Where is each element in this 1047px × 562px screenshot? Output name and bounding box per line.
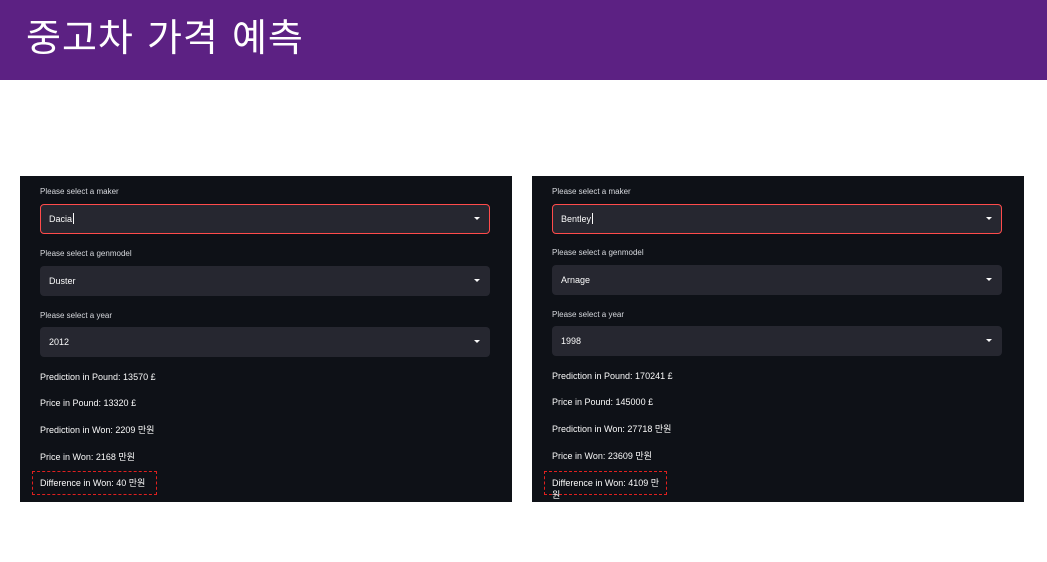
- chevron-down-icon: [474, 340, 480, 343]
- maker-value: Bentley: [561, 214, 592, 224]
- text-cursor: [73, 213, 75, 224]
- chevron-down-icon: [474, 217, 480, 220]
- maker-label: Please select a maker: [40, 187, 119, 196]
- maker-select[interactable]: Bentley: [552, 204, 1002, 234]
- price-won-text: Price in Won: 23609 만원: [552, 451, 652, 461]
- difference-won-text: Difference in Won: 40 만원: [40, 478, 146, 488]
- price-pound-text: Price in Pound: 13320 £: [40, 398, 137, 408]
- prediction-pound-text: Prediction in Pound: 170241 £: [552, 371, 673, 381]
- genmodel-select[interactable]: Arnage: [552, 265, 1002, 295]
- genmodel-select[interactable]: Duster: [40, 266, 490, 296]
- year-label: Please select a year: [40, 311, 113, 320]
- prediction-panel-dacia: Please select a maker Dacia Please selec…: [20, 176, 512, 502]
- prediction-won-text: Prediction in Won: 2209 만원: [40, 425, 155, 435]
- prediction-won-text: Prediction in Won: 27718 만원: [552, 424, 672, 434]
- title-banner: 중고차 가격 예측: [0, 0, 1047, 80]
- genmodel-value: Duster: [49, 276, 76, 286]
- chevron-down-icon: [474, 279, 480, 282]
- difference-won-text: Difference in Won: 4109 만원: [552, 478, 660, 500]
- maker-label: Please select a maker: [552, 187, 631, 196]
- maker-value: Dacia: [49, 214, 73, 224]
- genmodel-value: Arnage: [561, 275, 591, 285]
- year-value: 1998: [561, 336, 582, 346]
- genmodel-label: Please select a genmodel: [40, 249, 132, 258]
- prediction-panel-bentley: Please select a maker Bentley Please sel…: [532, 176, 1024, 502]
- chevron-down-icon: [986, 217, 992, 220]
- difference-highlight-box: Difference in Won: 40 만원: [32, 471, 157, 495]
- chevron-down-icon: [986, 339, 992, 342]
- year-select[interactable]: 2012: [40, 327, 490, 357]
- year-select[interactable]: 1998: [552, 326, 1002, 356]
- prediction-pound-text: Prediction in Pound: 13570 £: [40, 372, 156, 382]
- price-pound-text: Price in Pound: 145000 £: [552, 397, 654, 407]
- maker-select[interactable]: Dacia: [40, 204, 490, 234]
- chevron-down-icon: [986, 278, 992, 281]
- year-label: Please select a year: [552, 310, 625, 319]
- page-title: 중고차 가격 예측: [26, 16, 304, 60]
- difference-highlight-box: Difference in Won: 4109 만원: [544, 471, 667, 500]
- price-won-text: Price in Won: 2168 만원: [40, 452, 135, 462]
- genmodel-label: Please select a genmodel: [552, 248, 644, 257]
- year-value: 2012: [49, 337, 70, 347]
- text-cursor: [592, 213, 594, 224]
